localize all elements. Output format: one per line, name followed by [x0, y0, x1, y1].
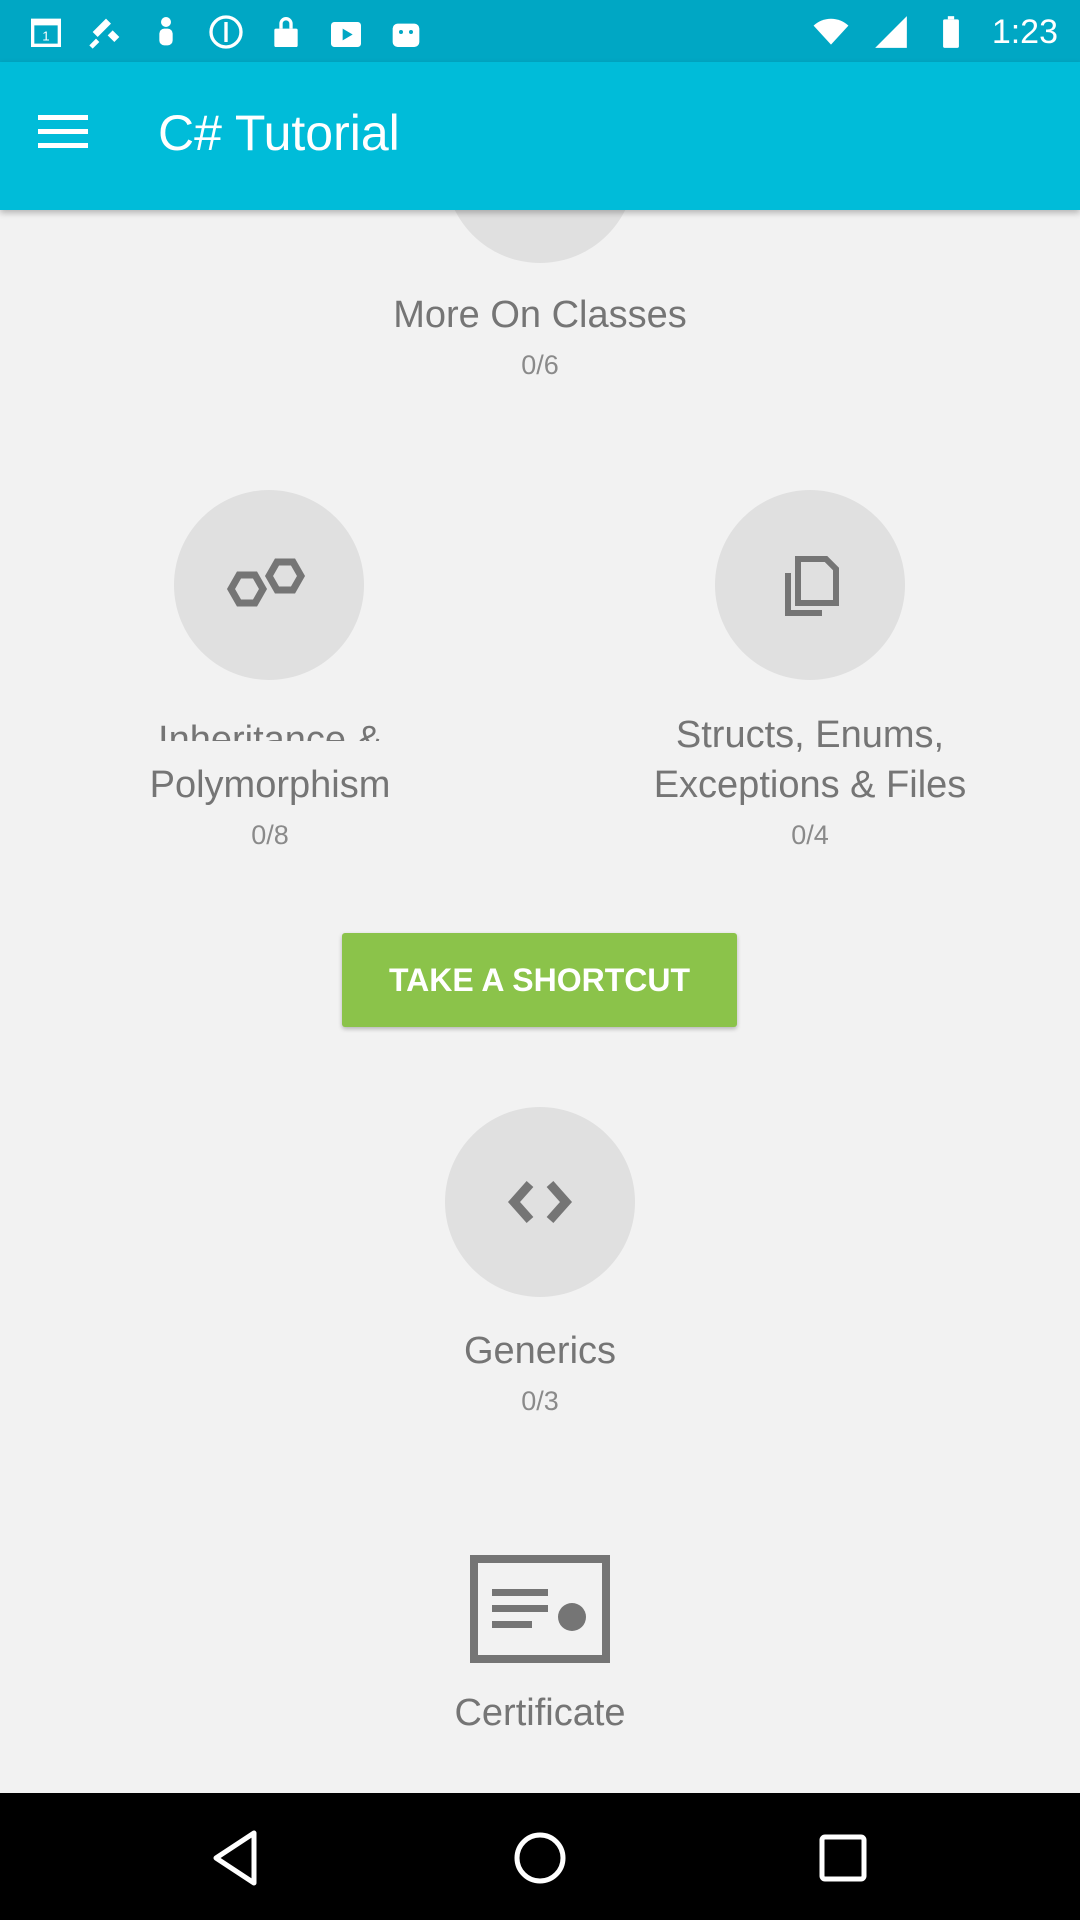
app-title: C# Tutorial: [158, 105, 400, 161]
signal-icon: [874, 16, 907, 48]
status-icons-left: 1: [26, 12, 426, 52]
svg-text:1: 1: [42, 28, 49, 43]
recents-icon[interactable]: [808, 1823, 878, 1893]
lesson-generics-circle[interactable]: [445, 1107, 635, 1297]
home-icon[interactable]: [505, 1823, 575, 1893]
lesson-list[interactable]: More On Classes 0/6 Inheritance & Polymo…: [0, 210, 1080, 1793]
lesson-progress-more-on-classes: 0/6: [521, 350, 559, 380]
app-bar: C# Tutorial: [0, 62, 1080, 210]
back-icon[interactable]: [202, 1823, 272, 1893]
android-icon: [392, 23, 420, 47]
lesson-progress-inheritance: 0/8: [251, 820, 289, 850]
play-store-icon: [331, 22, 361, 47]
data-saver-icon: [209, 15, 243, 49]
calendar-icon: 1: [31, 18, 61, 47]
lesson-more-on-classes-circle[interactable]: [445, 210, 635, 263]
lesson-title-structs-line2: Exceptions & Files: [653, 764, 967, 806]
hamburger-menu-icon[interactable]: [38, 106, 108, 166]
fake-gps-icon: [89, 18, 120, 49]
battery-icon: [942, 16, 959, 48]
certificate-label[interactable]: Certificate: [340, 1688, 740, 1738]
lock-icon: [274, 17, 298, 47]
wifi-icon: [813, 18, 849, 45]
lesson-title-inheritance-line1: Inheritance &: [158, 719, 382, 741]
navigation-bar: [0, 1793, 1080, 1920]
lesson-structs-circle[interactable]: [715, 490, 905, 680]
notification-icon: [159, 17, 173, 46]
lesson-title-inheritance-clip: Inheritance &: [80, 715, 460, 741]
take-a-shortcut-button[interactable]: TAKE A SHORTCUT: [342, 933, 737, 1027]
lesson-title-inheritance-line2: Polymorphism: [149, 764, 391, 806]
files-icon: [785, 556, 839, 616]
lesson-title-structs-line1: Structs, Enums,: [675, 714, 945, 756]
certificate-icon[interactable]: [470, 1555, 610, 1665]
lesson-inheritance-circle[interactable]: [174, 490, 364, 680]
status-bar: 1 1:23: [0, 0, 1080, 62]
lesson-progress-structs: 0/4: [791, 820, 829, 850]
lesson-progress-generics: 0/3: [521, 1386, 559, 1416]
code-brackets-icon: [507, 1181, 573, 1223]
lesson-title-generics: Generics: [463, 1330, 617, 1372]
hexagons-icon: [226, 558, 306, 607]
status-time: 1:23: [991, 12, 1058, 51]
lesson-title-more-on-classes: More On Classes: [393, 294, 687, 336]
status-icons-right: 1:23: [812, 10, 1058, 54]
